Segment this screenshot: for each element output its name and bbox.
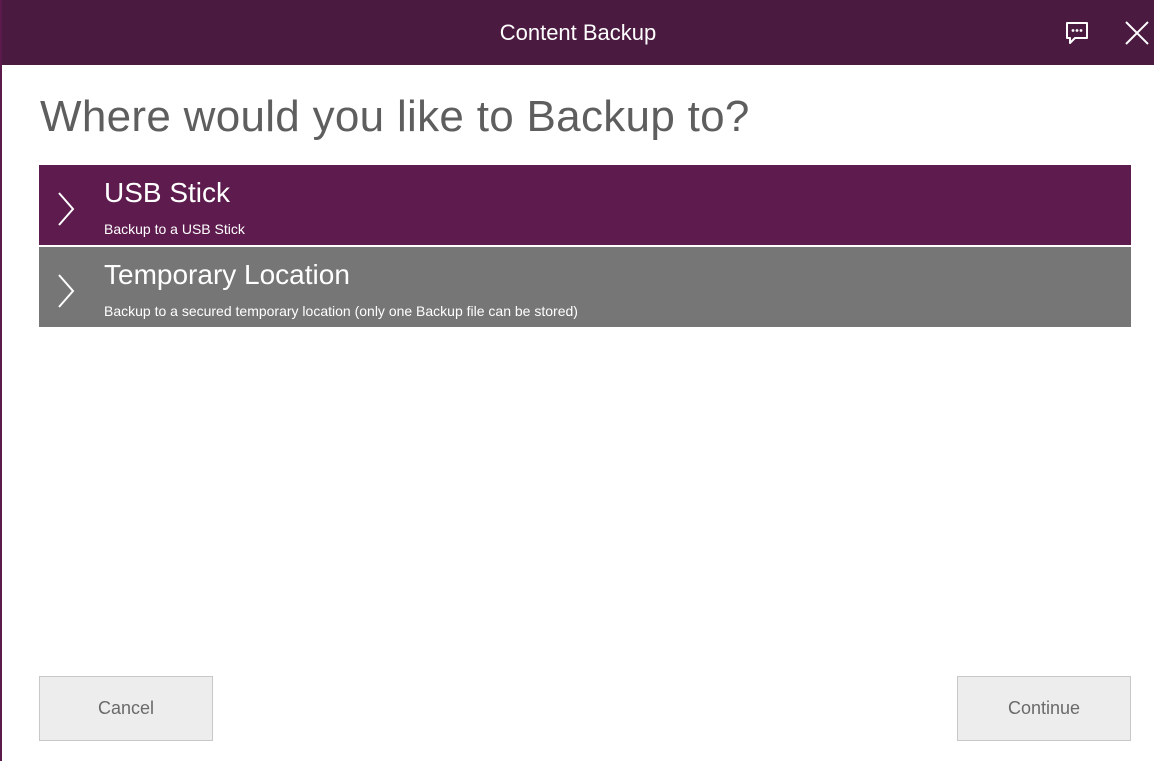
backup-destination-list: USB Stick Backup to a USB Stick Temporar… — [39, 165, 1131, 327]
content-backup-window: Content Backup Where would you like to B… — [0, 0, 1154, 761]
page-heading: Where would you like to Backup to? — [40, 92, 750, 141]
feedback-icon — [1066, 22, 1088, 44]
chevron-right-icon — [58, 192, 75, 226]
option-usb-stick[interactable]: USB Stick Backup to a USB Stick — [39, 165, 1131, 245]
feedback-button[interactable] — [1060, 16, 1094, 50]
chevron-right-icon — [58, 274, 75, 308]
title-bar: Content Backup — [2, 0, 1154, 65]
window-title: Content Backup — [499, 20, 657, 45]
option-title: Temporary Location — [104, 259, 350, 290]
option-title: USB Stick — [104, 177, 231, 208]
close-button[interactable] — [1120, 16, 1154, 50]
option-temporary-location[interactable]: Temporary Location Backup to a secured t… — [39, 247, 1131, 327]
cancel-button[interactable]: Cancel — [39, 676, 213, 741]
option-subtitle: Backup to a USB Stick — [104, 221, 245, 237]
option-subtitle: Backup to a secured temporary location (… — [104, 303, 578, 319]
continue-button[interactable]: Continue — [957, 676, 1131, 741]
close-icon — [1125, 21, 1149, 45]
